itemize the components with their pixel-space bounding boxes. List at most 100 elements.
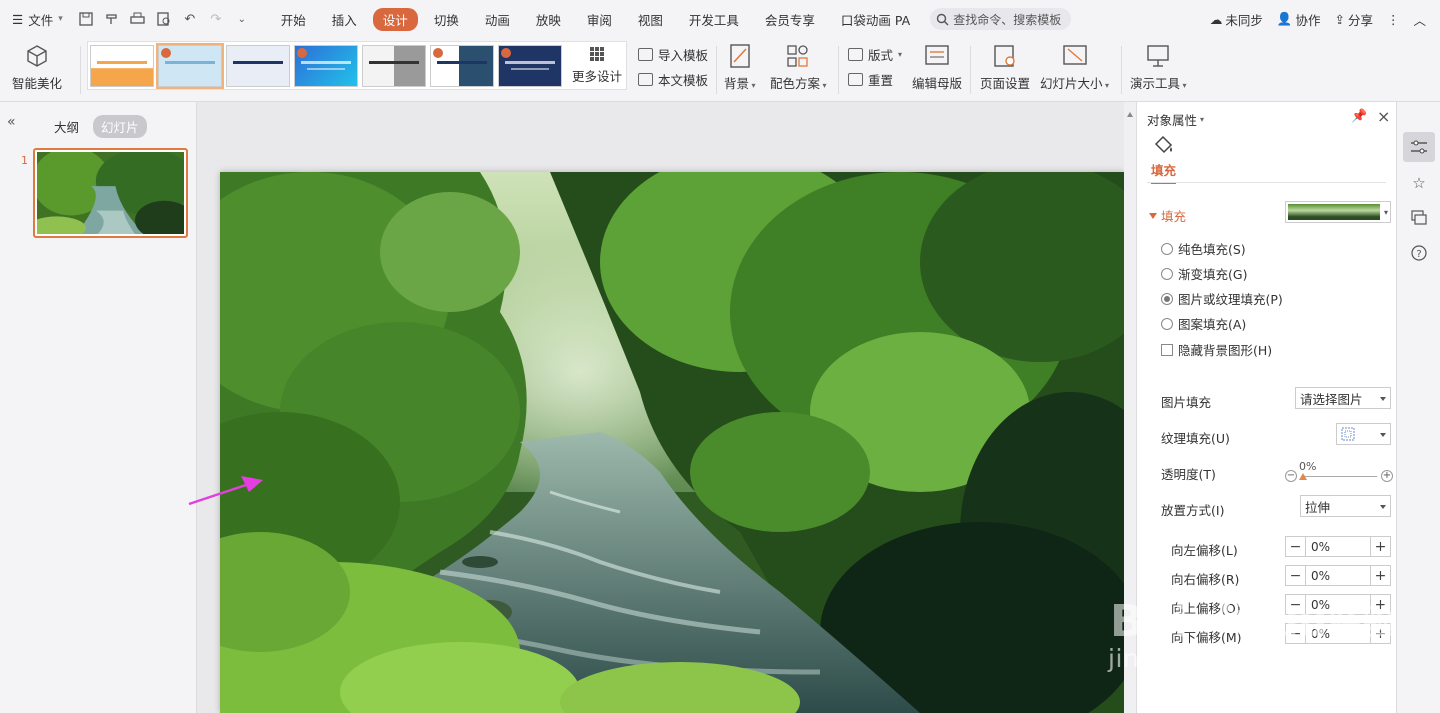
search-input[interactable]: 查找命令、搜索模板 <box>930 8 1072 30</box>
tab-view[interactable]: 视图 <box>628 8 673 31</box>
slider-knob[interactable] <box>1299 473 1307 480</box>
increment-icon[interactable]: + <box>1370 624 1390 643</box>
tab-home[interactable]: 开始 <box>271 8 316 31</box>
star-icon[interactable]: ☆ <box>1403 168 1435 198</box>
slide-thumbnail[interactable] <box>33 148 188 238</box>
offset-top-value[interactable]: 0% <box>1306 598 1370 612</box>
fill-section-label: 填充 <box>1161 209 1187 224</box>
sync-button[interactable]: ☁ 未同步 <box>1210 10 1263 29</box>
this-template-button[interactable]: 本文模板 <box>638 70 708 89</box>
reset-button[interactable]: 重置 <box>848 70 893 89</box>
transparency-slider[interactable]: − 0% + <box>1285 460 1393 484</box>
decrement-icon[interactable]: − <box>1286 624 1306 643</box>
print-preview-icon[interactable] <box>153 8 175 30</box>
edit-master-button[interactable]: 编辑母版 <box>912 44 962 92</box>
gradient-fill-label: 渐变填充(G) <box>1178 267 1248 282</box>
collapse-ribbon-icon[interactable]: ︿ <box>1413 10 1426 29</box>
hide-background-checkbox[interactable]: 隐藏背景图形(H) <box>1161 340 1272 359</box>
color-scheme-button[interactable]: 配色方案 ▾ <box>770 44 827 92</box>
picture-fill-dropdown[interactable]: 请选择图片 <box>1295 387 1391 409</box>
tab-animation[interactable]: 动画 <box>475 8 520 31</box>
increment-icon[interactable]: + <box>1370 537 1390 556</box>
hide-background-label: 隐藏背景图形(H) <box>1178 343 1273 358</box>
import-template-button[interactable]: 导入模板 <box>638 45 708 64</box>
design-template-gallery: 更多设计 <box>87 41 627 90</box>
slide-size-button[interactable]: 幻灯片大小 ▾ <box>1040 44 1109 92</box>
color-scheme-label: 配色方案 <box>770 76 821 91</box>
template-thumb[interactable] <box>362 44 426 87</box>
texture-fill-dropdown[interactable] <box>1336 423 1391 445</box>
more-options-icon[interactable]: ⋮ <box>1387 12 1400 27</box>
tab-member[interactable]: 会员专享 <box>755 8 825 31</box>
help-icon[interactable]: ? <box>1403 238 1435 268</box>
tab-transition[interactable]: 切换 <box>424 8 469 31</box>
fill-preview-dropdown[interactable]: ▾ <box>1285 201 1391 223</box>
increment-icon[interactable]: + <box>1370 595 1390 614</box>
undo-icon[interactable]: ↶ <box>179 8 201 30</box>
presenter-tools-button[interactable]: 演示工具 ▾ <box>1130 44 1187 92</box>
offset-top-stepper[interactable]: − 0% + <box>1285 594 1391 615</box>
minus-icon[interactable]: − <box>1285 470 1297 482</box>
file-menu-button[interactable]: ☰ 文件 ▾ <box>12 10 63 29</box>
template-thumb[interactable] <box>90 44 154 87</box>
offset-left-stepper[interactable]: − 0% + <box>1285 536 1391 557</box>
smart-beautify-label: 智能美化 <box>12 76 63 91</box>
close-icon[interactable]: × <box>1377 107 1390 126</box>
design-ribbon: 智能美化 更多设计 导入模板 本文模板 背景 ▾ 配色方案 ▾ 版式 ▾ 重置 … <box>0 38 1440 102</box>
scroll-up-icon[interactable] <box>1127 112 1133 117</box>
template-thumb[interactable] <box>156 42 224 89</box>
tab-slideshow[interactable]: 放映 <box>526 8 571 31</box>
canvas-scrollbar[interactable] <box>1124 102 1136 713</box>
decrement-icon[interactable]: − <box>1286 566 1306 585</box>
tab-pocket-animation[interactable]: 口袋动画 PA <box>831 8 920 31</box>
offset-left-value[interactable]: 0% <box>1306 540 1370 554</box>
properties-sliders-icon[interactable] <box>1403 132 1435 162</box>
offset-bottom-stepper[interactable]: − 0% + <box>1285 623 1391 644</box>
pattern-fill-radio[interactable]: 图案填充(A) <box>1161 314 1246 333</box>
fill-section-header[interactable]: 填充 <box>1149 206 1186 225</box>
customize-toolbar-icon[interactable]: ⌄ <box>231 8 253 30</box>
tab-design[interactable]: 设计 <box>372 7 418 31</box>
picture-fill-radio[interactable]: 图片或纹理填充(P) <box>1161 289 1283 308</box>
collab-button[interactable]: 👤 协作 <box>1277 10 1321 29</box>
offset-right-stepper[interactable]: − 0% + <box>1285 565 1391 586</box>
page-setup-button[interactable]: 页面设置 <box>980 44 1030 92</box>
save-icon[interactable] <box>75 8 97 30</box>
share-button[interactable]: ⇪ 分享 <box>1334 10 1373 29</box>
layout-button[interactable]: 版式 ▾ <box>848 45 902 64</box>
palette-icon <box>787 45 808 67</box>
template-thumb[interactable] <box>430 44 494 87</box>
plus-icon[interactable]: + <box>1381 470 1393 482</box>
slide-background-image[interactable] <box>220 172 1124 713</box>
smart-beautify-button[interactable]: 智能美化 <box>12 44 62 92</box>
template-thumb[interactable] <box>294 44 358 87</box>
redo-icon[interactable]: ↷ <box>205 8 227 30</box>
decrement-icon[interactable]: − <box>1286 537 1306 556</box>
comments-icon[interactable] <box>1403 203 1435 233</box>
format-painter-icon[interactable] <box>101 8 123 30</box>
radio-dot <box>1161 317 1173 330</box>
offset-bottom-value[interactable]: 0% <box>1306 627 1370 641</box>
placement-dropdown[interactable]: 拉伸 <box>1300 495 1391 517</box>
template-thumb[interactable] <box>226 44 290 87</box>
tab-outline[interactable]: 大纲 <box>46 115 87 138</box>
slide-editor-canvas <box>188 102 1124 713</box>
tab-developer[interactable]: 开发工具 <box>679 8 749 31</box>
tab-review[interactable]: 审阅 <box>577 8 622 31</box>
tab-insert[interactable]: 插入 <box>322 8 367 31</box>
tab-fill[interactable]: 填充 <box>1151 160 1177 184</box>
pin-icon[interactable]: 📌 <box>1351 109 1367 124</box>
tab-slides[interactable]: 幻灯片 <box>93 115 147 138</box>
offset-bottom-label: 向下偏移(M) <box>1171 630 1242 645</box>
gradient-fill-radio[interactable]: 渐变填充(G) <box>1161 264 1247 283</box>
panel-title-dropdown[interactable]: 对象属性 ▾ <box>1147 110 1204 129</box>
offset-right-value[interactable]: 0% <box>1306 569 1370 583</box>
print-icon[interactable] <box>127 8 149 30</box>
template-thumb[interactable] <box>498 44 562 87</box>
background-button[interactable]: 背景 ▾ <box>724 44 756 92</box>
collapse-panel-icon[interactable]: « <box>7 114 16 130</box>
decrement-icon[interactable]: − <box>1286 595 1306 614</box>
increment-icon[interactable]: + <box>1370 566 1390 585</box>
solid-fill-radio[interactable]: 纯色填充(S) <box>1161 239 1246 258</box>
more-designs-button[interactable]: 更多设计 <box>572 46 622 85</box>
